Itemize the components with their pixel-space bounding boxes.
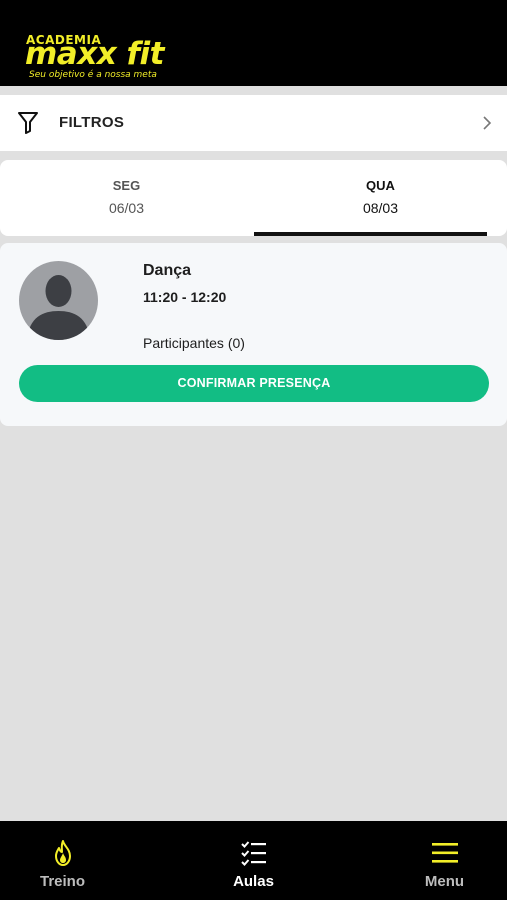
flame-icon bbox=[54, 840, 71, 866]
active-tab-indicator bbox=[254, 232, 487, 236]
nav-item-menu[interactable]: Menu bbox=[360, 821, 507, 900]
logo-brand-text: maxx fit bbox=[25, 36, 164, 72]
confirm-presence-button[interactable]: CONFIRMAR PRESENÇA bbox=[19, 365, 489, 402]
filters-row[interactable]: FILTROS bbox=[0, 95, 507, 151]
nav-label: Treino bbox=[39, 873, 85, 890]
nav-label: Menu bbox=[424, 873, 465, 890]
bottom-navigation: Treino Aulas Menu bbox=[0, 821, 507, 900]
filter-icon bbox=[18, 112, 38, 134]
person-placeholder-icon bbox=[27, 275, 90, 340]
checklist-icon bbox=[240, 841, 266, 866]
app-header: ACADEMIA maxx fit Seu objetivo é a nossa… bbox=[0, 0, 507, 86]
tab-date-label: 06/03 bbox=[108, 200, 145, 216]
class-time: 11:20 - 12:20 bbox=[143, 289, 227, 305]
day-tabs: SEG 06/03 QUA 08/03 bbox=[0, 160, 507, 236]
class-card: Dança 11:20 - 12:20 Participantes (0) CO… bbox=[0, 243, 507, 426]
tab-date-label: 08/03 bbox=[362, 200, 399, 216]
nav-item-treino[interactable]: Treino bbox=[0, 821, 147, 900]
academia-logo: ACADEMIA maxx fit Seu objetivo é a nossa… bbox=[25, 34, 176, 84]
class-participants: Participantes (0) bbox=[143, 335, 245, 351]
nav-item-aulas[interactable]: Aulas bbox=[169, 821, 338, 900]
filters-label: FILTROS bbox=[59, 114, 125, 131]
class-title: Dança bbox=[143, 262, 192, 279]
nav-label: Aulas bbox=[233, 873, 274, 890]
hamburger-menu-icon bbox=[431, 843, 458, 863]
tab-day-qua[interactable]: QUA 08/03 bbox=[254, 160, 507, 236]
tab-day-label: SEG bbox=[112, 178, 141, 193]
chevron-right-icon bbox=[483, 116, 492, 130]
instructor-avatar bbox=[19, 261, 98, 340]
logo-tagline: Seu objetivo é a nossa meta bbox=[29, 70, 157, 80]
tab-day-label: QUA bbox=[366, 178, 395, 193]
tab-day-seg[interactable]: SEG 06/03 bbox=[0, 160, 253, 236]
